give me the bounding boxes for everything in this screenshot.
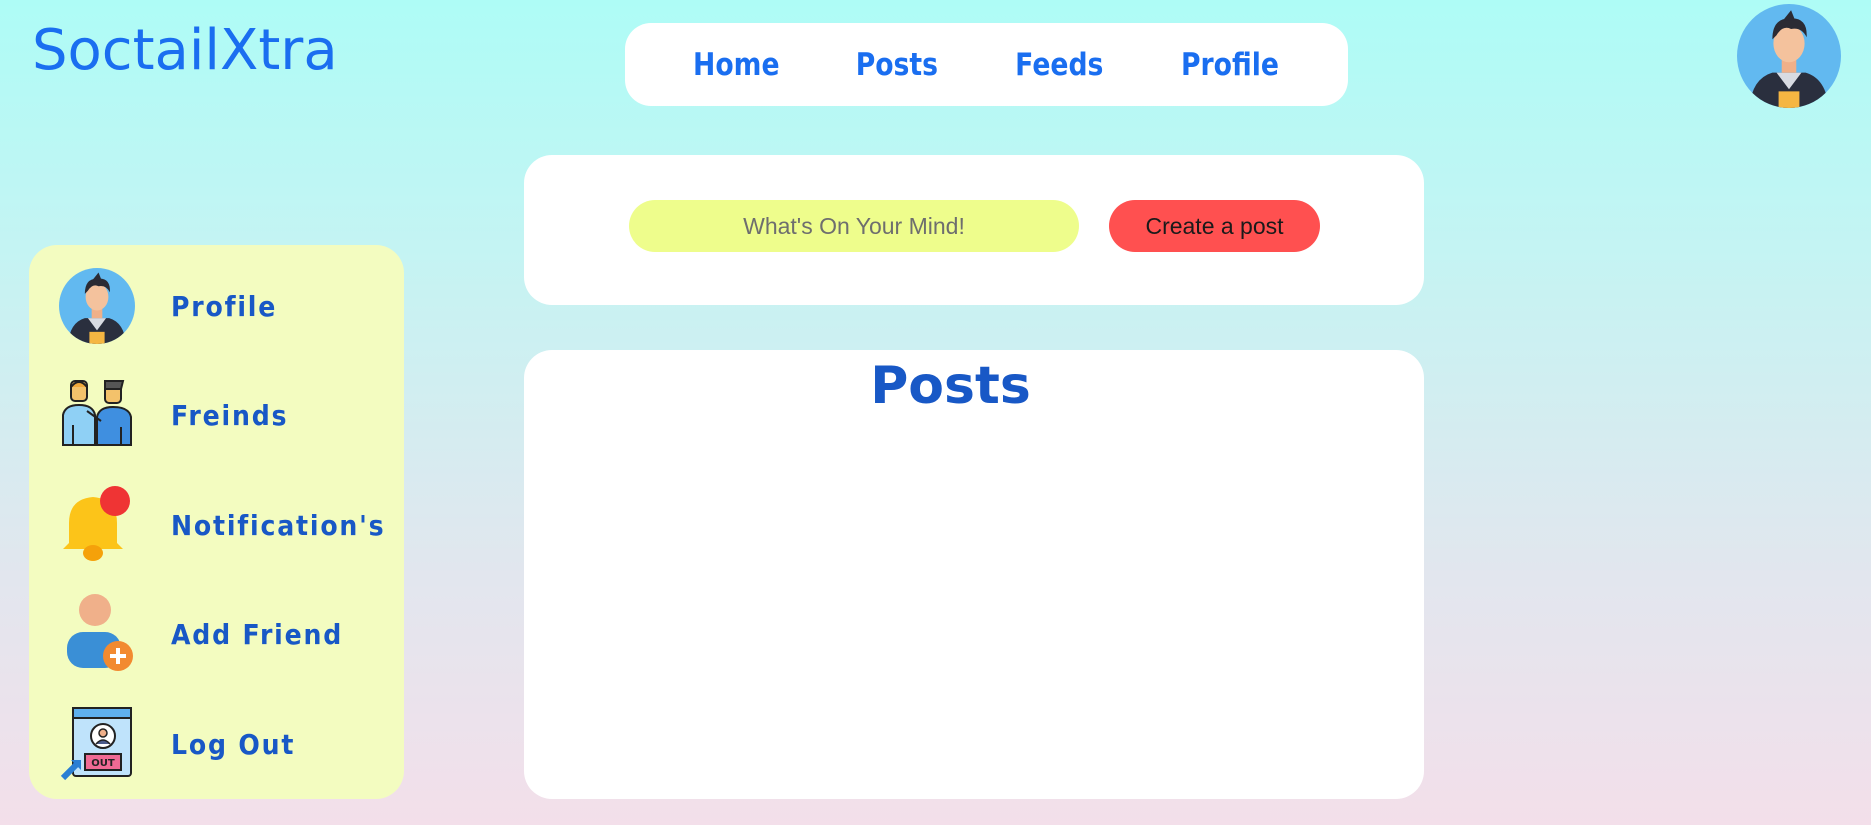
logout-icon: OUT: [59, 704, 135, 784]
app-logo: SoctailXtra: [32, 18, 338, 83]
sidebar-item-label: Add Friend: [171, 617, 344, 651]
sidebar-item-friends[interactable]: Freinds: [29, 370, 404, 460]
friends-icon: [59, 375, 135, 455]
nav-feeds-link[interactable]: Feeds: [1015, 47, 1103, 83]
sidebar-item-logout[interactable]: OUT Log Out: [29, 699, 404, 789]
bell-notification-icon: [59, 485, 135, 565]
user-avatar-icon[interactable]: [1737, 4, 1841, 108]
svg-text:OUT: OUT: [91, 758, 115, 769]
sidebar-item-label: Profile: [171, 289, 278, 323]
sidebar-item-add-friend[interactable]: Add Friend: [29, 589, 404, 679]
nav-home-link[interactable]: Home: [693, 47, 779, 83]
post-composer: Create a post: [524, 155, 1424, 305]
sidebar-item-label: Notification's: [171, 508, 386, 542]
add-user-icon: [59, 594, 135, 674]
create-post-button[interactable]: Create a post: [1109, 200, 1320, 252]
post-input[interactable]: [629, 200, 1079, 252]
user-avatar-icon: [59, 266, 135, 346]
sidebar-item-label: Log Out: [171, 727, 296, 761]
nav-posts-link[interactable]: Posts: [856, 47, 938, 83]
posts-title: Posts: [870, 356, 1031, 416]
sidebar: Profile Freinds Notification's Add Frien…: [29, 245, 404, 799]
top-navigation: Home Posts Feeds Profile: [625, 23, 1348, 106]
posts-panel: Posts: [524, 350, 1424, 799]
sidebar-item-notifications[interactable]: Notification's: [29, 480, 404, 570]
nav-profile-link[interactable]: Profile: [1181, 47, 1279, 83]
sidebar-item-label: Freinds: [171, 398, 289, 432]
sidebar-item-profile[interactable]: Profile: [29, 261, 404, 351]
